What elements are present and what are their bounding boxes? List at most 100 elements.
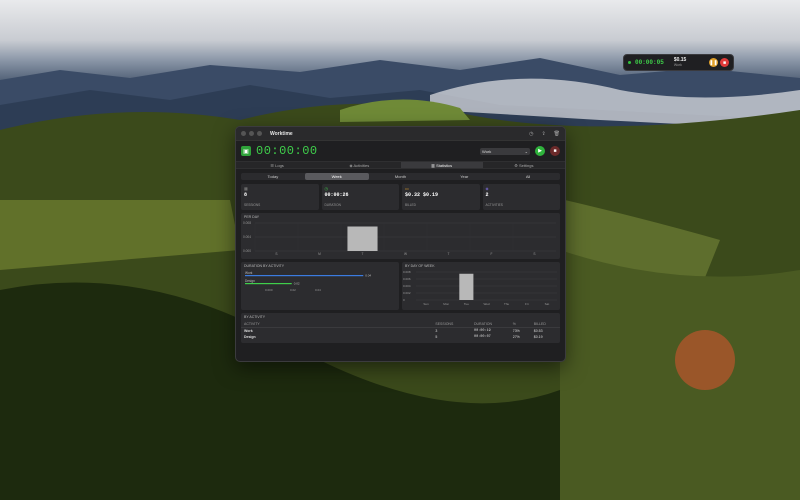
stop-timer-button[interactable]: ■ (550, 146, 560, 156)
x-tick-label: Sat (545, 302, 550, 306)
duration-label: DURATION (324, 203, 341, 207)
close-window-button[interactable] (241, 131, 246, 136)
bar-value-label: 0.04 (365, 273, 371, 277)
x-tick-label: Tue (464, 302, 469, 306)
x-tick-label: 0.000 (265, 288, 273, 292)
tab-settings-label: Settings (519, 163, 534, 168)
x-tick-label: T (362, 252, 364, 256)
y-tick-label: 0.008 (403, 270, 411, 274)
y-tick-label: 0.008 (243, 221, 251, 225)
by-day-of-week-title: BY DAY OF WEEK (405, 264, 435, 268)
tab-statistics[interactable]: ▥ Statistics (400, 162, 483, 168)
mini-timer-earnings: $0.15 Work (673, 57, 687, 68)
bar-value-label: 0.02 (294, 281, 300, 285)
x-tick-label: Wed (483, 302, 489, 306)
app-window: Worktime ◷ ⇪ 🗑 ▣ 00:00:00 Work ⌄ ▶ ■ ☰ L… (235, 126, 566, 362)
trash-icon[interactable]: 🗑 (554, 131, 560, 137)
y-tick-label: 0.004 (403, 284, 411, 288)
activities-label: ACTIVITIES (485, 203, 503, 207)
period-today[interactable]: Today (241, 173, 305, 180)
mode-select-value: Work (482, 148, 492, 154)
start-timer-button[interactable]: ▶ (535, 146, 545, 156)
mini-timer-widget[interactable]: 00:00:05 $0.15 Work ❚❚ ■ (623, 54, 734, 71)
period-week[interactable]: Week (304, 173, 369, 180)
per-day-chart-title: PER DAY (244, 215, 260, 219)
tag-icon: ◈ (485, 186, 489, 191)
row-activity: Design (244, 335, 256, 339)
share-icon[interactable]: ⇪ (541, 131, 545, 137)
summary-cards: ▦ 8 SESSIONS ◷ 00:00:26 DURATION ▭ $0.32… (241, 184, 560, 210)
tab-settings[interactable]: ⚙ Settings (483, 162, 565, 168)
x-tick-label: Thu (504, 302, 510, 306)
x-tick-label: F (491, 252, 493, 256)
period-all[interactable]: All (496, 173, 560, 180)
per-day-chart: 0.008 0.004 0.000 S M T W T F S (243, 221, 556, 256)
row-sessions: 5 (435, 335, 438, 339)
mini-timer-earned-label: Work (673, 62, 682, 67)
billed-card: ▭ $0.32 $0.19 BILLED (402, 184, 480, 210)
duration-by-activity-chart: Work 0.04 Design 0.02 0.000 0.02 0.04 (245, 271, 371, 292)
y-tick-label: 0.004 (243, 235, 251, 239)
bar (347, 226, 378, 251)
x-tick-label: S (275, 252, 277, 256)
tab-logs-label: Logs (275, 163, 284, 168)
bar (245, 275, 364, 277)
minimize-window-button[interactable] (249, 131, 254, 136)
duration-value: 00:00:26 (324, 192, 349, 198)
app-title: Worktime (270, 130, 293, 137)
main-timer: 00:00:00 (256, 144, 318, 158)
billed-label: BILLED (405, 203, 416, 207)
row-duration: 00:00:07 (473, 335, 491, 339)
sessions-label: SESSIONS (244, 203, 261, 207)
y-tick-label: 0.006 (403, 277, 411, 281)
row-billed: $0.19 (533, 335, 543, 339)
period-month[interactable]: Month (369, 173, 433, 180)
duration-by-activity-panel: DURATION BY ACTIVITY Work 0.04 Design 0.02 0… (241, 262, 399, 310)
x-tick-label: 0.04 (315, 288, 321, 292)
tab-logs[interactable]: ☰ Logs (236, 162, 318, 168)
x-tick-label: M (318, 252, 321, 256)
y-tick-label: 0.000 (243, 249, 251, 253)
y-tick-label: 0 (403, 298, 405, 302)
billed-value: $0.32 $0.19 (405, 192, 439, 198)
period-year[interactable]: Year (432, 173, 496, 180)
timer-row: ▣ 00:00:00 Work ⌄ ▶ ■ (236, 141, 565, 161)
sessions-card: ▦ 8 SESSIONS (241, 184, 319, 210)
tab-statistics-label: Statistics (436, 163, 453, 168)
bar (245, 283, 292, 285)
by-day-of-week-chart: 0.008 0.006 0.004 0.002 0 Sun Mon Tue Wed Thu Fri S… (403, 270, 557, 306)
per-day-chart-panel: PER DAY 0.008 0.004 0.000 S M T W T F S (241, 213, 560, 259)
tab-activities-label: Activities (353, 163, 370, 168)
activities-value: 2 (485, 192, 489, 198)
x-tick-label: Fri (525, 302, 529, 306)
tab-activities[interactable]: ◈ Activities (318, 162, 400, 168)
clock-icon[interactable]: ◷ (529, 131, 533, 137)
x-tick-label: S (533, 252, 535, 256)
by-day-of-week-panel: BY DAY OF WEEK 0.008 0.006 0.004 0.002 0 Sun M… (402, 262, 560, 310)
by-activity-panel: BY ACTIVITY ACTIVITY SESSIONS DURATION %… (241, 313, 560, 343)
pause-icon[interactable]: ❚❚ (709, 58, 718, 67)
money-icon: ▭ (405, 186, 409, 191)
duration-by-activity-title: DURATION BY ACTIVITY (244, 264, 285, 268)
row-percent: 27% (512, 335, 520, 339)
table-row[interactable]: Design 5 00:00:07 27% $0.19 (241, 334, 560, 340)
x-tick-label: 0.02 (290, 288, 296, 292)
window-controls[interactable] (241, 131, 262, 136)
zoom-window-button[interactable] (257, 131, 262, 136)
main-tabs: ☰ Logs ◈ Activities ▥ Statistics ⚙ Setti… (236, 161, 565, 169)
sessions-icon: ▦ (244, 186, 248, 191)
bar (459, 273, 474, 300)
x-tick-label: Mon (443, 302, 449, 306)
stop-icon[interactable]: ■ (720, 58, 729, 67)
app-logo-icon: ▣ (241, 146, 251, 156)
x-tick-label: Sun (423, 302, 429, 306)
chevron-down-icon: ⌄ (524, 148, 528, 154)
y-tick-label: 0.002 (403, 291, 411, 295)
by-activity-title: BY ACTIVITY (244, 315, 266, 319)
activity-label: Design (245, 279, 255, 283)
mode-select[interactable]: Work ⌄ (480, 147, 530, 155)
sessions-value: 8 (244, 192, 248, 198)
running-indicator-icon (628, 61, 631, 64)
title-bar: Worktime ◷ ⇪ 🗑 (236, 127, 565, 141)
by-activity-table: ACTIVITY SESSIONS DURATION % BILLED Work… (241, 321, 560, 340)
